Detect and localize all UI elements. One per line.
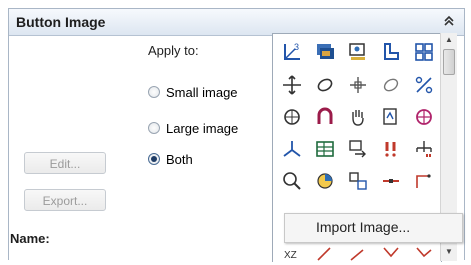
grid-block-icon[interactable] <box>408 37 439 66</box>
loop-icon[interactable] <box>375 70 406 99</box>
radio-label: Both <box>166 151 193 167</box>
table-icon[interactable] <box>309 134 340 163</box>
image-monitor-icon[interactable] <box>342 37 373 66</box>
radio-both[interactable]: Both <box>148 150 193 168</box>
radio-label: Large image <box>166 120 239 136</box>
context-menu: Import Image... <box>284 213 463 243</box>
orbit-icon[interactable] <box>276 102 307 131</box>
scroll-down-arrow-icon[interactable]: ▼ <box>441 245 457 259</box>
export-button[interactable]: Export... <box>24 189 106 211</box>
zoom-icon[interactable] <box>276 166 307 195</box>
cross-arrows-icon[interactable] <box>342 70 373 99</box>
tree-icon[interactable] <box>408 134 439 163</box>
panel-title: Button Image <box>16 14 106 30</box>
layer-stack-icon[interactable] <box>309 37 340 66</box>
axis-icon[interactable] <box>276 134 307 163</box>
bracket-icon[interactable] <box>375 37 406 66</box>
apply-to-label: Apply to: <box>148 43 199 58</box>
scroll-up-arrow-icon[interactable]: ▲ <box>441 33 457 47</box>
radio-large-image[interactable]: Large image <box>148 119 238 137</box>
warning-icon[interactable] <box>375 134 406 163</box>
svg-text:3: 3 <box>294 42 299 52</box>
image-export-icon[interactable] <box>342 134 373 163</box>
pan-hand-icon[interactable] <box>342 102 373 131</box>
plot-icon[interactable] <box>375 102 406 131</box>
scroll-thumb[interactable] <box>443 49 455 75</box>
rotate-icon[interactable] <box>309 70 340 99</box>
radio-circle-selected[interactable] <box>148 153 160 165</box>
radio-label: Small image <box>166 84 238 100</box>
panel-header[interactable]: Button Image <box>9 9 464 36</box>
edit-button[interactable]: Edit... <box>24 152 106 174</box>
palette-icon[interactable] <box>342 166 373 195</box>
chevron-double-up-icon[interactable] <box>440 12 458 30</box>
globe-icon[interactable] <box>408 102 439 131</box>
name-label: Name: <box>10 231 50 246</box>
pie-icon[interactable] <box>309 166 340 195</box>
radio-circle[interactable] <box>148 86 160 98</box>
move-arrows-icon[interactable] <box>276 70 307 99</box>
percent-icon[interactable] <box>408 70 439 99</box>
ucs-icon[interactable]: 3 <box>276 37 307 66</box>
line-icon[interactable] <box>375 166 406 195</box>
polyline-icon[interactable] <box>408 166 439 195</box>
radio-circle[interactable] <box>148 122 160 134</box>
magnet-icon[interactable] <box>309 102 340 131</box>
import-image-menu-item[interactable]: Import Image... <box>316 219 410 235</box>
radio-small-image[interactable]: Small image <box>148 83 238 101</box>
